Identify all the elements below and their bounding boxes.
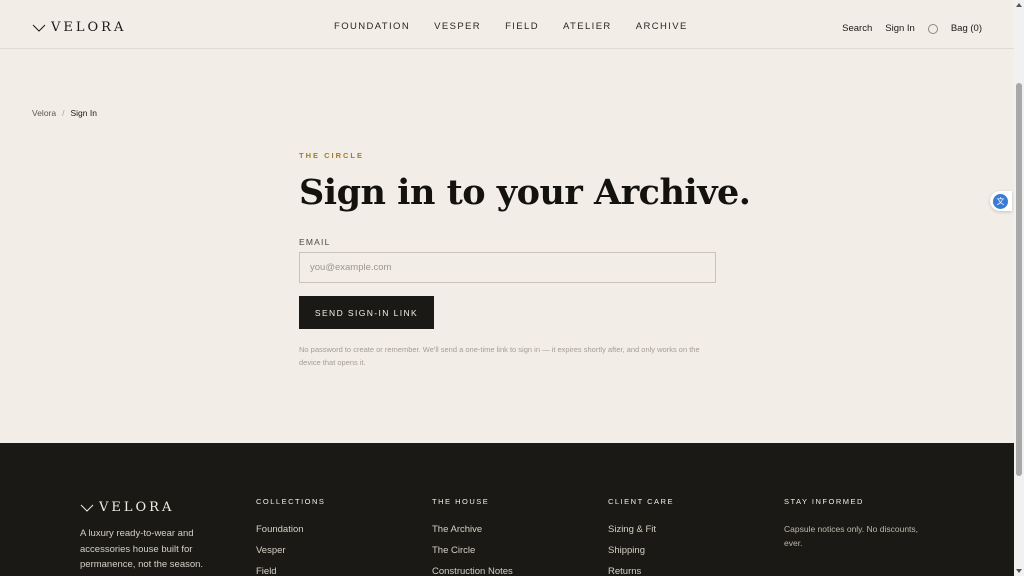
search-link[interactable]: Search: [842, 23, 872, 34]
scroll-thumb[interactable]: [1016, 83, 1022, 476]
footer-link-the-archive[interactable]: The Archive: [432, 524, 513, 535]
chevron-mark-icon: [80, 504, 94, 512]
breadcrumb-home[interactable]: Velora: [32, 108, 56, 118]
circle-icon[interactable]: [927, 23, 938, 34]
footer-link-foundation[interactable]: Foundation: [256, 524, 325, 535]
utility-nav: Search Sign In Bag (0): [829, 23, 982, 34]
footer-logo[interactable]: VELORA: [80, 500, 174, 515]
send-sign-in-link-button[interactable]: SEND SIGN-IN LINK: [299, 296, 434, 329]
nav-atelier[interactable]: ATELIER: [563, 21, 612, 32]
footer-heading: CLIENT CARE: [608, 497, 674, 506]
scroll-down-arrow-icon[interactable]: [1016, 569, 1022, 573]
footer-logo-text: VELORA: [99, 500, 175, 515]
bag-link[interactable]: Bag (0): [951, 23, 982, 34]
sign-in-note: No password to create or remember. We'll…: [299, 345, 700, 367]
chevron-mark-icon: [32, 24, 46, 32]
footer-informed-text: Capsule notices only. No discounts, ever…: [784, 524, 919, 548]
nav-vesper[interactable]: VESPER: [434, 21, 481, 32]
main-nav: FOUNDATION VESPER FIELD ATELIER ARCHIVE: [334, 21, 712, 32]
page-title: Sign in to your Archive.: [299, 172, 751, 213]
scrollbar[interactable]: [1014, 0, 1024, 576]
footer-stay-informed: STAY INFORMED Capsule notices only. No d…: [784, 497, 929, 550]
footer-heading: THE HOUSE: [432, 497, 490, 506]
email-field[interactable]: [299, 252, 716, 283]
logo[interactable]: VELORA: [32, 20, 126, 35]
footer-link-vesper[interactable]: Vesper: [256, 545, 325, 556]
breadcrumb: Velora / Sign In: [32, 108, 97, 118]
nav-foundation[interactable]: FOUNDATION: [334, 21, 410, 32]
footer-the-house: THE HOUSE The Archive The Circle Constru…: [432, 497, 513, 576]
footer-description: A luxury ready-to-wear and accessories h…: [80, 528, 204, 570]
translate-widget[interactable]: 文: [990, 191, 1012, 211]
footer-link-construction-notes[interactable]: Construction Notes: [432, 566, 513, 576]
footer-link-returns[interactable]: Returns: [608, 566, 674, 576]
footer-collections: COLLECTIONS Foundation Vesper Field: [256, 497, 325, 576]
scroll-up-arrow-icon[interactable]: [1016, 3, 1022, 7]
footer-heading: STAY INFORMED: [784, 497, 864, 506]
footer-link-field[interactable]: Field: [256, 566, 325, 576]
sign-in-link[interactable]: Sign In: [885, 23, 915, 34]
footer-client-care: CLIENT CARE Sizing & Fit Shipping Return…: [608, 497, 674, 576]
logo-text: VELORA: [51, 20, 127, 35]
section-eyebrow: THE CIRCLE: [299, 151, 364, 160]
email-label: EMAIL: [299, 237, 331, 247]
site-header: VELORA FOUNDATION VESPER FIELD ATELIER A…: [0, 0, 1014, 49]
breadcrumb-separator: /: [62, 108, 65, 118]
footer-link-sizing-fit[interactable]: Sizing & Fit: [608, 524, 674, 535]
breadcrumb-current: Sign In: [70, 108, 97, 118]
footer-link-the-circle[interactable]: The Circle: [432, 545, 513, 556]
nav-field[interactable]: FIELD: [505, 21, 539, 32]
footer-link-shipping[interactable]: Shipping: [608, 545, 674, 556]
footer-heading: COLLECTIONS: [256, 497, 326, 506]
translate-icon: 文: [993, 194, 1008, 209]
site-footer: VELORA A luxury ready-to-wear and access…: [0, 443, 1014, 576]
nav-archive[interactable]: ARCHIVE: [636, 21, 688, 32]
